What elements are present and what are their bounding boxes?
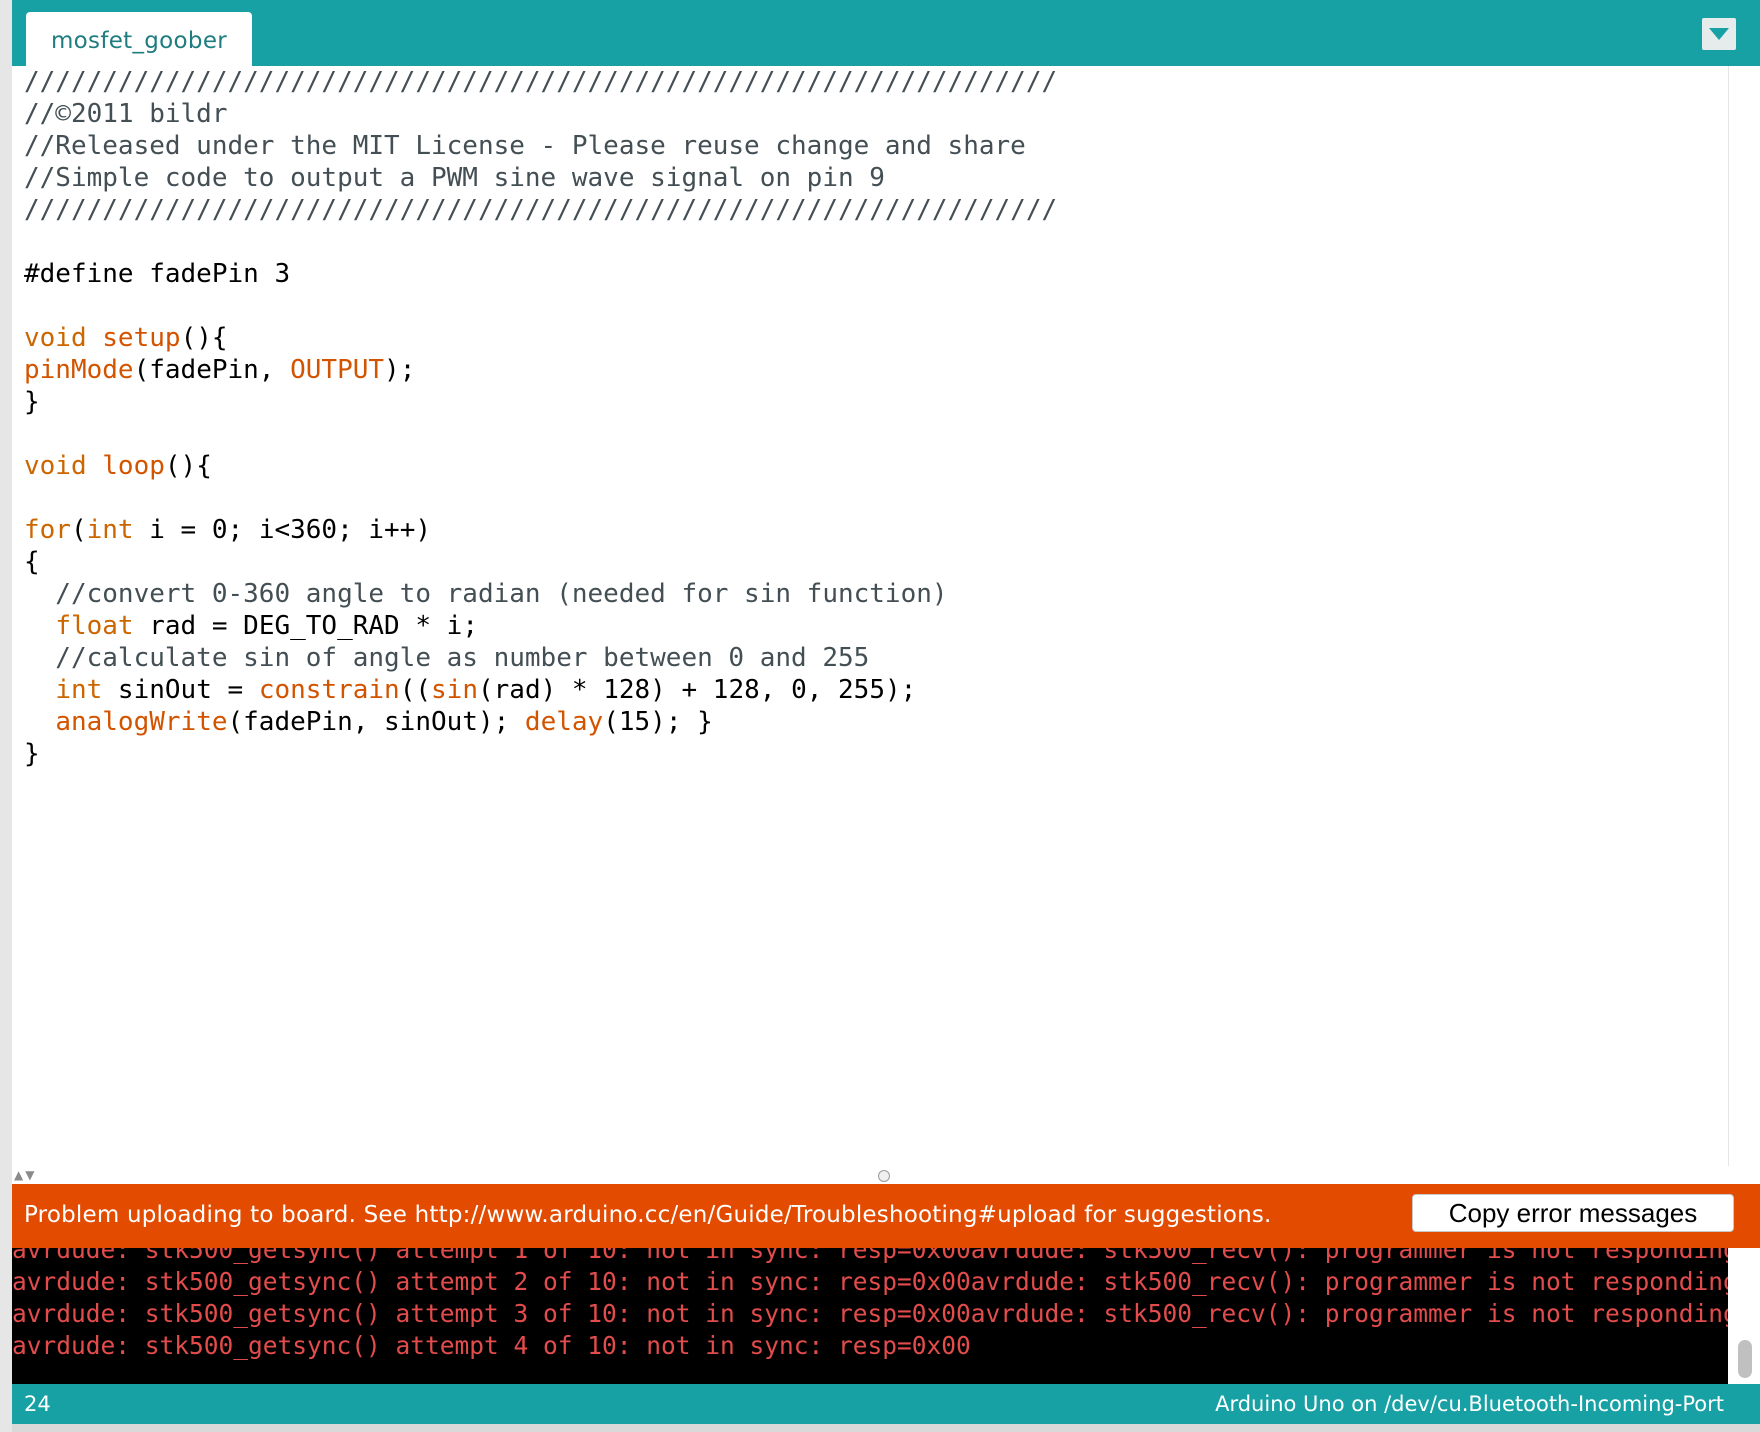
code-token: for (24, 515, 71, 545)
code-token: analogWrite (55, 707, 228, 737)
code-token: int (86, 515, 134, 545)
code-token: //Released under the MIT License - Pleas… (24, 131, 1026, 161)
code-token: i = 0; i<360; i++) (133, 515, 432, 545)
tab-label: mosfet_goober (50, 28, 228, 54)
split-divider[interactable]: ▲▼ (12, 1166, 1760, 1184)
code-line: { (24, 546, 1057, 578)
code-line: void loop(){ (24, 450, 1057, 482)
tab-mosfet-goober[interactable]: mosfet_goober (26, 12, 252, 66)
code-token: sinOut = (102, 675, 259, 705)
code-token: (fadePin, sinOut); (227, 707, 525, 737)
console-scroll-thumb[interactable] (1738, 1340, 1752, 1378)
code-line: //convert 0-360 angle to radian (needed … (24, 578, 1057, 610)
code-token: //convert 0-360 angle to radian (needed … (24, 579, 948, 609)
window-left-edge (0, 0, 12, 1432)
code-line: float rad = DEG_TO_RAD * i; (24, 610, 1057, 642)
code-token: (( (399, 675, 432, 705)
code-line: #define fadePin 3 (24, 258, 1057, 290)
chevron-down-icon (1709, 28, 1729, 40)
code-token: float (55, 611, 134, 641)
code-token: sin (431, 675, 478, 705)
code-token: ( (70, 515, 87, 545)
code-line: } (24, 738, 1057, 770)
code-token: OUTPUT (290, 355, 385, 385)
code-token: ); (384, 355, 416, 385)
code-token: } (24, 387, 40, 417)
code-text[interactable]: ////////////////////////////////////////… (24, 66, 1057, 770)
console-line: avrdude: stk500_getsync() attempt 4 of 1… (12, 1331, 971, 1360)
console-scrollbar[interactable] (1728, 1248, 1760, 1384)
code-token: void (24, 323, 87, 353)
editor-scrollbar[interactable] (1728, 66, 1760, 1166)
code-editor[interactable]: ////////////////////////////////////////… (12, 66, 1728, 1166)
code-line: //Released under the MIT License - Pleas… (24, 130, 1057, 162)
window-bottom-edge (12, 1424, 1760, 1432)
error-bar: Problem uploading to board. See http://w… (12, 1184, 1760, 1248)
code-token: constrain (258, 675, 400, 705)
code-line: for(int i = 0; i<360; i++) (24, 514, 1057, 546)
console-line: avrdude: stk500_getsync() attempt 3 of 1… (12, 1299, 1728, 1328)
console-line: avrdude: stk500_getsync() attempt 2 of 1… (12, 1267, 1728, 1296)
code-line: int sinOut = constrain((sin(rad) * 128) … (24, 674, 1057, 706)
code-line: ////////////////////////////////////////… (24, 66, 1057, 98)
code-token: rad = DEG_TO_RAD * i; (133, 611, 478, 641)
code-token: loop (102, 451, 165, 481)
split-handle[interactable] (878, 1170, 890, 1182)
tab-bar: mosfet_goober (12, 0, 1760, 66)
code-line: //Simple code to output a PWM sine wave … (24, 162, 1057, 194)
code-line: //calculate sin of angle as number betwe… (24, 642, 1057, 674)
console-text: avrdude: stk500_getsync() attempt 1 of 1… (12, 1248, 1728, 1362)
code-token: { (24, 547, 40, 577)
line-number: 24 (24, 1392, 51, 1416)
code-line: //©2011 bildr (24, 98, 1057, 130)
error-message: Problem uploading to board. See http://w… (24, 1202, 1272, 1228)
code-line: void setup(){ (24, 322, 1057, 354)
code-token: (15); } (603, 707, 713, 737)
arduino-ide-window: mosfet_goober //////////////////////////… (12, 0, 1760, 1432)
code-token: (){ (180, 323, 228, 353)
code-line: pinMode(fadePin, OUTPUT); (24, 354, 1057, 386)
code-token: (fadePin, (133, 355, 291, 385)
code-token: pinMode (24, 355, 134, 385)
code-token: (rad) * 128) + 128, 0, 255); (478, 675, 917, 705)
status-bar: 24 Arduino Uno on /dev/cu.Bluetooth-Inco… (12, 1384, 1760, 1424)
code-token: setup (102, 323, 181, 353)
code-line: analogWrite(fadePin, sinOut); delay(15);… (24, 706, 1057, 738)
tab-menu-button[interactable] (1702, 18, 1736, 50)
code-token: //calculate sin of angle as number betwe… (24, 643, 870, 673)
code-token: #define fadePin 3 (24, 259, 291, 289)
code-token: void (24, 451, 87, 481)
code-token: int (55, 675, 103, 705)
console-output[interactable]: avrdude: stk500_getsync() attempt 1 of 1… (12, 1248, 1728, 1384)
board-port-info: Arduino Uno on /dev/cu.Bluetooth-Incomin… (1215, 1392, 1724, 1416)
code-token: delay (524, 707, 604, 737)
code-token: ////////////////////////////////////////… (24, 195, 1058, 225)
collapse-arrows-icon[interactable]: ▲▼ (14, 1168, 36, 1182)
code-token: } (24, 739, 40, 769)
code-token: //©2011 bildr (24, 99, 228, 129)
console-line: avrdude: stk500_getsync() attempt 1 of 1… (12, 1248, 1728, 1264)
code-token: ////////////////////////////////////////… (24, 67, 1058, 97)
code-token: (){ (164, 451, 212, 481)
code-line: } (24, 386, 1057, 418)
copy-error-messages-button[interactable]: Copy error messages (1412, 1194, 1734, 1232)
code-token: //Simple code to output a PWM sine wave … (24, 163, 885, 193)
code-line: ////////////////////////////////////////… (24, 194, 1057, 226)
